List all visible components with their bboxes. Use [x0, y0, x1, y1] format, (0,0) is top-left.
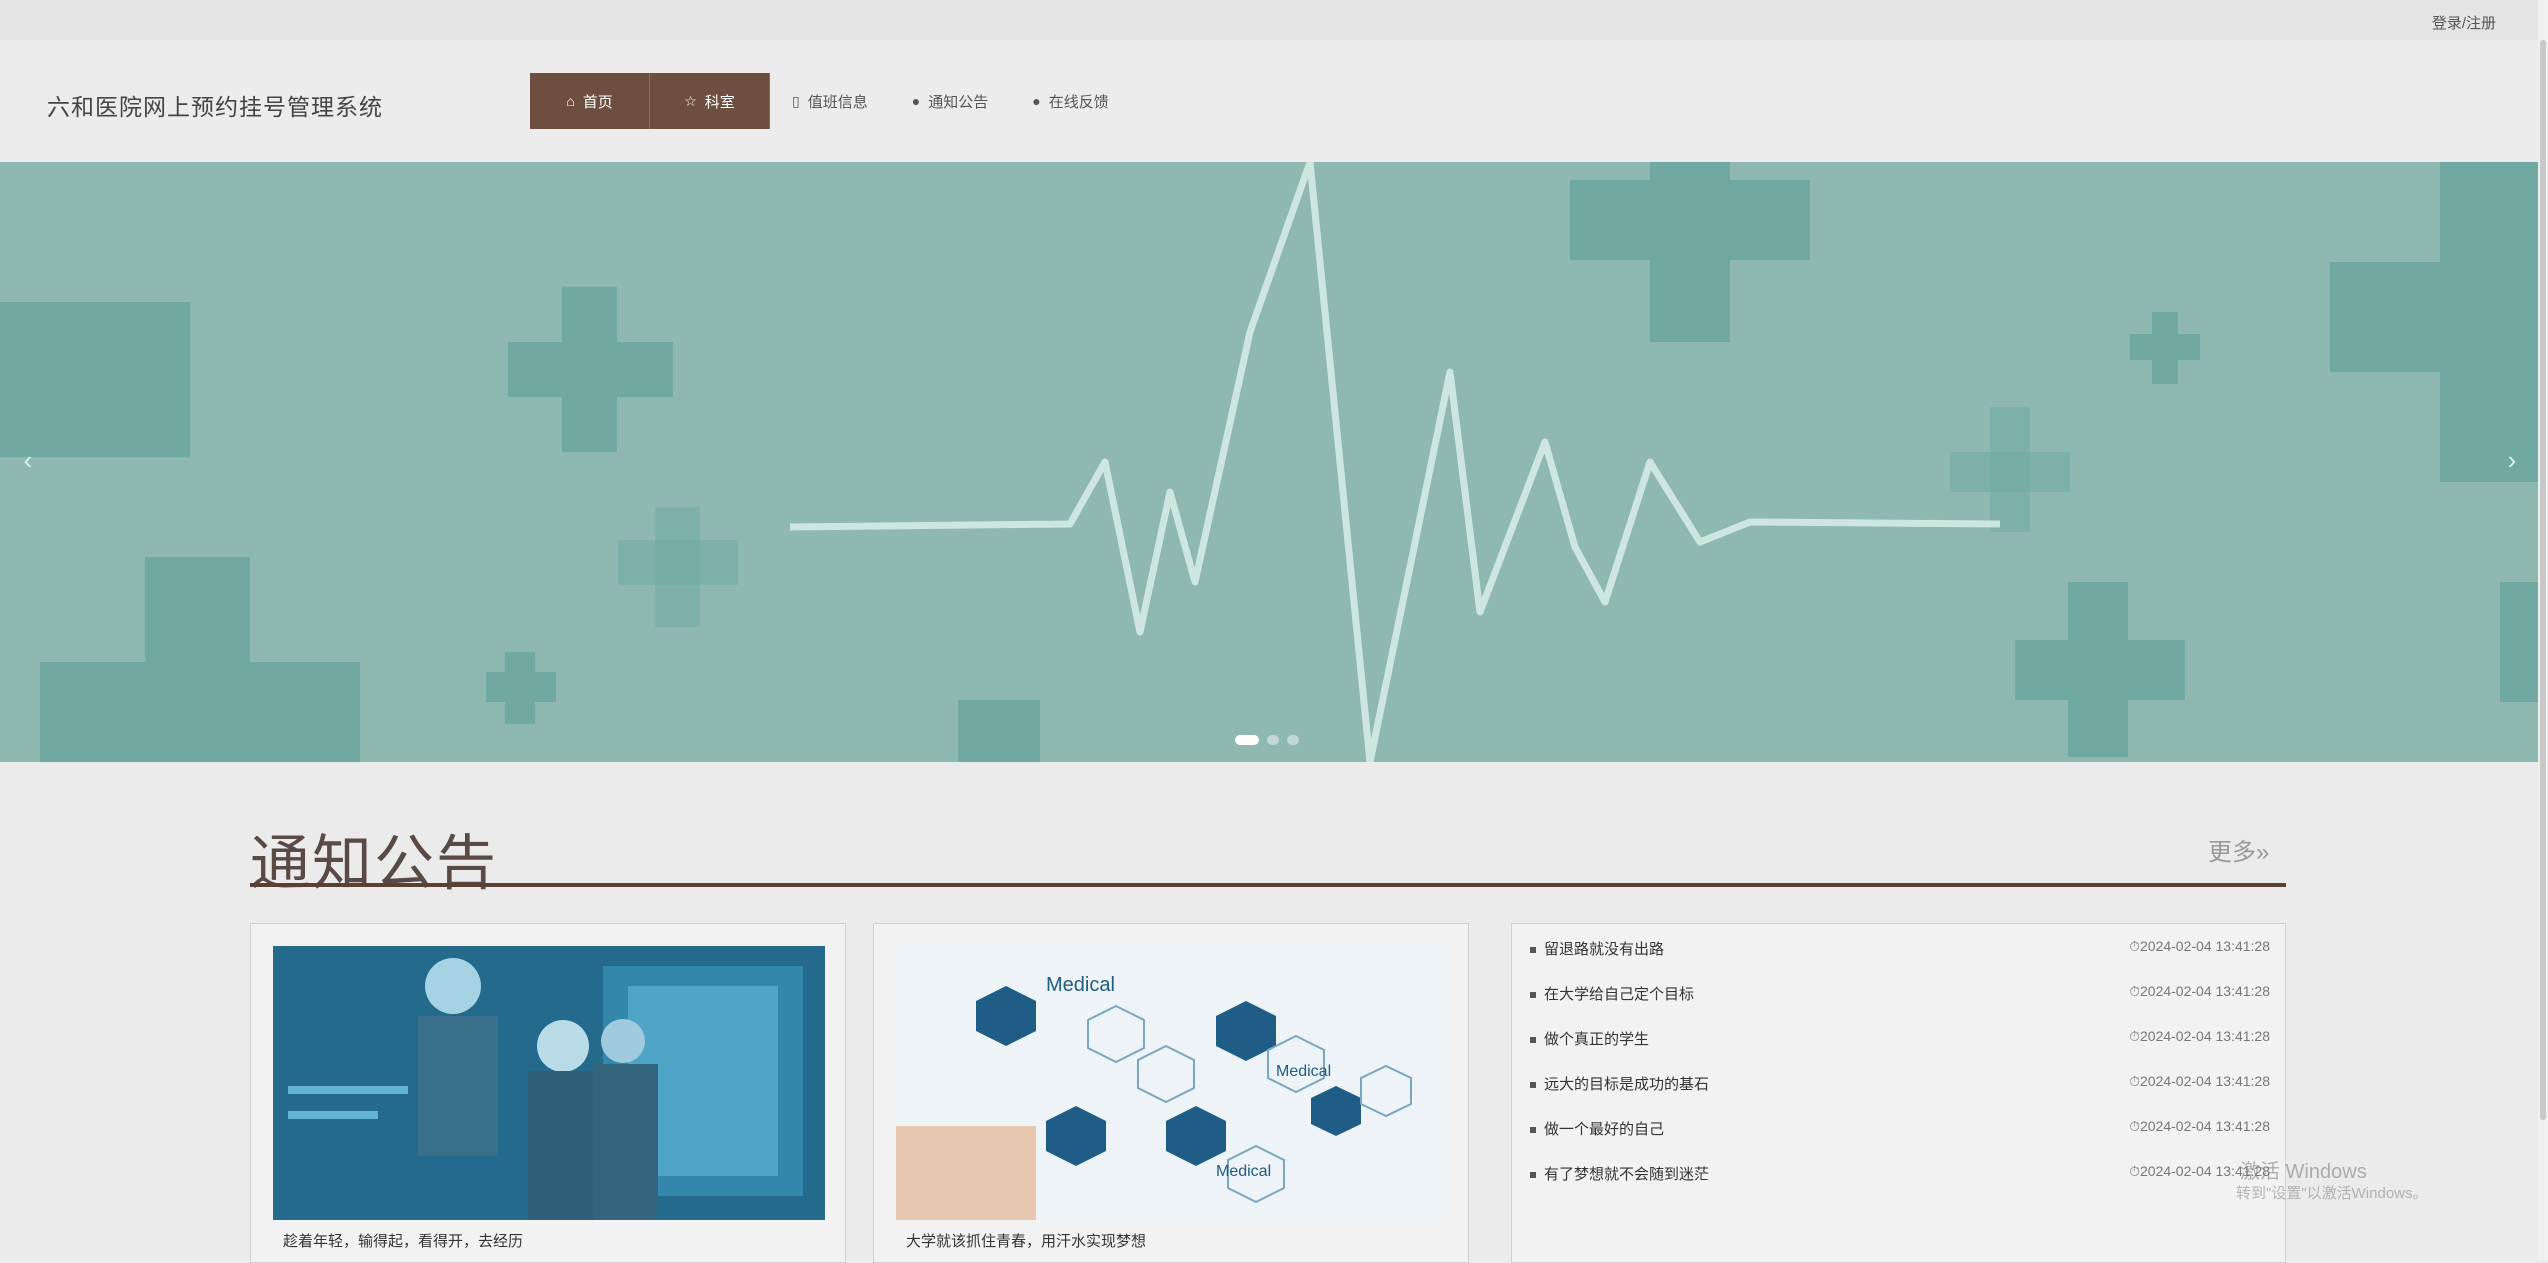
list-item-date: ⏱2024-02-04 13:41:28 [2129, 1073, 2270, 1089]
list-item-title: 在大学给自己定个目标 [1544, 986, 1695, 1003]
list-item[interactable]: 远大的目标是成功的基石 ⏱2024-02-04 13:41:28 [1530, 1073, 2270, 1095]
carousel-next-arrow[interactable]: › [2494, 442, 2530, 478]
nav-item-notices[interactable]: ● 通知公告 [890, 73, 1010, 129]
carousel-dot-3[interactable] [1287, 735, 1299, 745]
bullet-icon [1530, 1037, 1536, 1044]
question-icon: ● [1032, 93, 1041, 109]
nav-item-label: 通知公告 [928, 93, 989, 111]
banner-carousel: ‹ › [0, 162, 2538, 762]
svg-text:Medical: Medical [1216, 1163, 1271, 1180]
list-item-title: 留退路就没有出路 [1544, 941, 1665, 958]
nav-item-label: 值班信息 [807, 93, 868, 111]
nav-item-feedback[interactable]: ● 在线反馈 [1010, 73, 1130, 129]
nav-item-label: 科室 [704, 93, 735, 111]
bullet-icon [1530, 947, 1536, 954]
carousel-dot-2[interactable] [1267, 735, 1279, 745]
site-header: 六和医院网上预约挂号管理系统 ⌂ 首页 ☆ 科室 ▯ 值班信息 ● 通知公告 ●… [0, 40, 2548, 163]
list-item-date: ⏱2024-02-04 13:41:28 [2129, 938, 2270, 954]
list-item-title: 有了梦想就不会随到迷茫 [1544, 1166, 1710, 1183]
page-scrollbar[interactable] [2538, 0, 2548, 1260]
section-divider [250, 883, 2286, 887]
list-item-date: ⏱2024-02-04 13:41:28 [2129, 1028, 2270, 1044]
list-item[interactable]: 做个真正的学生 ⏱2024-02-04 13:41:28 [1530, 1028, 2270, 1050]
top-bar: 登录/注册 [0, 0, 2548, 40]
notices-more-link[interactable]: 更多» [2208, 832, 2269, 867]
main-nav: ⌂ 首页 ☆ 科室 ▯ 值班信息 ● 通知公告 ● 在线反馈 [530, 73, 1131, 129]
bullet-icon [1530, 1127, 1536, 1134]
list-item-date: ⏱2024-02-04 13:41:28 [2129, 983, 2270, 999]
calendar-icon: ▯ [792, 92, 800, 109]
bullet-icon [1530, 992, 1536, 999]
scrollbar-thumb[interactable] [2540, 40, 2546, 1120]
login-register-link[interactable]: 登录/注册 [2432, 12, 2496, 33]
svg-text:Medical: Medical [1276, 1063, 1331, 1080]
notice-card-image [273, 946, 825, 1220]
nav-item-departments[interactable]: ☆ 科室 [650, 73, 770, 129]
carousel-dot-1[interactable] [1235, 735, 1259, 745]
star-icon: ☆ [684, 92, 697, 109]
list-item-date: ⏱2024-02-04 13:41:28 [2129, 1118, 2270, 1134]
list-item[interactable]: 做一个最好的自己 ⏱2024-02-04 13:41:28 [1530, 1118, 2270, 1140]
list-item[interactable]: 留退路就没有出路 ⏱2024-02-04 13:41:28 [1530, 938, 2270, 960]
bullet-icon [1530, 1172, 1536, 1179]
notice-card[interactable]: 趁着年轻，输得起，看得开，去经历 [250, 923, 846, 1263]
list-item-title: 远大的目标是成功的基石 [1544, 1076, 1710, 1093]
site-title: 六和医院网上预约挂号管理系统 [47, 94, 383, 120]
nav-item-duty-info[interactable]: ▯ 值班信息 [770, 73, 890, 129]
notice-list: 留退路就没有出路 ⏱2024-02-04 13:41:28 在大学给自己定个目标… [1511, 923, 2286, 1263]
info-icon: ● [911, 93, 921, 109]
heartbeat-banner-graphic [0, 162, 2538, 762]
windows-activation-hint: 转到"设置"以激活Windows。 [2236, 1185, 2428, 1202]
nav-item-label: 在线反馈 [1048, 93, 1109, 111]
list-item[interactable]: 在大学给自己定个目标 ⏱2024-02-04 13:41:28 [1530, 983, 2270, 1005]
list-item-title: 做一个最好的自己 [1544, 1121, 1665, 1138]
home-icon: ⌂ [566, 93, 575, 109]
nav-item-home[interactable]: ⌂ 首页 [530, 73, 650, 129]
notice-card-caption: 趁着年轻，输得起，看得开，去经历 [283, 1233, 524, 1250]
notice-card[interactable]: Medical Medical Medical 大学就该抓住青春，用汗水实现梦想 [873, 923, 1469, 1263]
notice-card-image: Medical Medical Medical [896, 946, 1448, 1220]
windows-activation-watermark: 激活 Windows [2240, 1161, 2367, 1183]
carousel-prev-arrow[interactable]: ‹ [10, 442, 46, 478]
notices-section-title: 通知公告 [250, 830, 498, 897]
list-item[interactable]: 有了梦想就不会随到迷茫 ⏱2024-02-04 13:41:28 [1530, 1163, 2270, 1185]
list-item-title: 做个真正的学生 [1544, 1031, 1650, 1048]
nav-item-label: 首页 [582, 93, 613, 111]
bullet-icon [1530, 1082, 1536, 1089]
carousel-indicators [1235, 735, 1299, 745]
svg-text:Medical: Medical [1046, 974, 1115, 996]
notice-card-caption: 大学就该抓住青春，用汗水实现梦想 [906, 1233, 1147, 1250]
